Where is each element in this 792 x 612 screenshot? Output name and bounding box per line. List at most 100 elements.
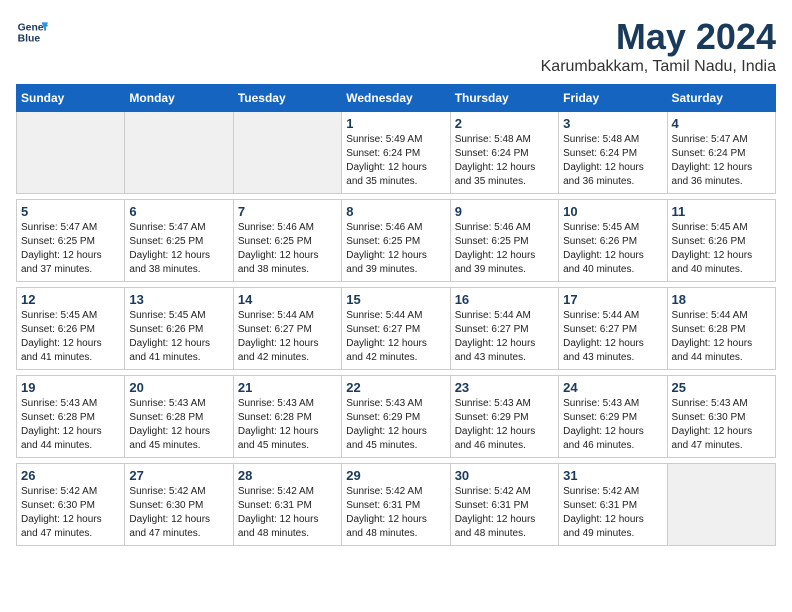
day-detail: Sunrise: 5:43 AM Sunset: 6:29 PM Dayligh… xyxy=(455,397,554,453)
day-number: 9 xyxy=(455,204,554,219)
table-row: 24 Sunrise: 5:43 AM Sunset: 6:29 PM Dayli… xyxy=(559,376,667,458)
day-detail: Sunrise: 5:42 AM Sunset: 6:31 PM Dayligh… xyxy=(238,485,337,541)
table-row: 15 Sunrise: 5:44 AM Sunset: 6:27 PM Dayli… xyxy=(342,288,450,370)
day-number: 2 xyxy=(455,116,554,131)
day-number: 28 xyxy=(238,468,337,483)
day-number: 18 xyxy=(672,292,771,307)
calendar-week-3: 12 Sunrise: 5:45 AM Sunset: 6:26 PM Dayli… xyxy=(17,288,776,370)
day-number: 14 xyxy=(238,292,337,307)
page-title: May 2024 xyxy=(541,16,776,58)
table-row: 16Sunrise: 5:44 AM Sunset: 6:27 PM Dayli… xyxy=(450,288,558,370)
day-detail: Sunrise: 5:47 AM Sunset: 6:25 PM Dayligh… xyxy=(129,221,228,277)
day-detail: Sunrise: 5:42 AM Sunset: 6:30 PM Dayligh… xyxy=(129,485,228,541)
day-number: 22 xyxy=(346,380,445,395)
table-row: 2 Sunrise: 5:48 AM Sunset: 6:24 PM Daylig… xyxy=(450,112,558,194)
col-friday: Friday xyxy=(559,85,667,112)
calendar-week-2: 5 Sunrise: 5:47 AM Sunset: 6:25 PM Daylig… xyxy=(17,200,776,282)
day-detail: Sunrise: 5:44 AM Sunset: 6:28 PM Dayligh… xyxy=(672,309,771,365)
table-row xyxy=(125,112,233,194)
table-row: 14Sunrise: 5:44 AM Sunset: 6:27 PM Dayli… xyxy=(233,288,341,370)
table-row: 28 Sunrise: 5:42 AM Sunset: 6:31 PM Dayli… xyxy=(233,464,341,546)
day-number: 17 xyxy=(563,292,662,307)
day-number: 13 xyxy=(129,292,228,307)
calendar-week-5: 26 Sunrise: 5:42 AM Sunset: 6:30 PM Dayli… xyxy=(17,464,776,546)
day-number: 11 xyxy=(672,204,771,219)
day-detail: Sunrise: 5:45 AM Sunset: 6:26 PM Dayligh… xyxy=(672,221,771,277)
day-number: 23 xyxy=(455,380,554,395)
table-row: 13 Sunrise: 5:45 AM Sunset: 6:26 PM Dayli… xyxy=(125,288,233,370)
day-detail: Sunrise: 5:45 AM Sunset: 6:26 PM Dayligh… xyxy=(21,309,120,365)
day-detail: Sunrise: 5:42 AM Sunset: 6:31 PM Dayligh… xyxy=(563,485,662,541)
calendar-header-row: Sunday Monday Tuesday Wednesday Thursday… xyxy=(17,85,776,112)
col-wednesday: Wednesday xyxy=(342,85,450,112)
day-detail: Sunrise: 5:43 AM Sunset: 6:29 PM Dayligh… xyxy=(563,397,662,453)
table-row: 21Sunrise: 5:43 AM Sunset: 6:28 PM Dayli… xyxy=(233,376,341,458)
day-number: 12 xyxy=(21,292,120,307)
table-row: 30 Sunrise: 5:42 AM Sunset: 6:31 PM Dayli… xyxy=(450,464,558,546)
table-row: 4 Sunrise: 5:47 AM Sunset: 6:24 PM Daylig… xyxy=(667,112,775,194)
table-row: 9 Sunrise: 5:46 AM Sunset: 6:25 PM Daylig… xyxy=(450,200,558,282)
col-tuesday: Tuesday xyxy=(233,85,341,112)
day-detail: Sunrise: 5:45 AM Sunset: 6:26 PM Dayligh… xyxy=(129,309,228,365)
day-number: 8 xyxy=(346,204,445,219)
day-number: 5 xyxy=(21,204,120,219)
col-sunday: Sunday xyxy=(17,85,125,112)
day-detail: Sunrise: 5:48 AM Sunset: 6:24 PM Dayligh… xyxy=(455,133,554,189)
calendar-table: Sunday Monday Tuesday Wednesday Thursday… xyxy=(16,84,776,546)
day-detail: Sunrise: 5:46 AM Sunset: 6:25 PM Dayligh… xyxy=(238,221,337,277)
table-row: 11 Sunrise: 5:45 AM Sunset: 6:26 PM Dayli… xyxy=(667,200,775,282)
day-number: 30 xyxy=(455,468,554,483)
svg-text:Blue: Blue xyxy=(18,34,41,45)
page-subtitle: Karumbakkam, Tamil Nadu, India xyxy=(541,58,776,76)
table-row xyxy=(17,112,125,194)
table-row: 3Sunrise: 5:48 AM Sunset: 6:24 PM Daylig… xyxy=(559,112,667,194)
day-number: 20 xyxy=(129,380,228,395)
day-detail: Sunrise: 5:46 AM Sunset: 6:25 PM Dayligh… xyxy=(455,221,554,277)
day-detail: Sunrise: 5:44 AM Sunset: 6:27 PM Dayligh… xyxy=(455,309,554,365)
logo-icon: General Blue xyxy=(16,16,48,48)
day-number: 3 xyxy=(563,116,662,131)
day-detail: Sunrise: 5:49 AM Sunset: 6:24 PM Dayligh… xyxy=(346,133,445,189)
day-detail: Sunrise: 5:42 AM Sunset: 6:31 PM Dayligh… xyxy=(346,485,445,541)
table-row: 18 Sunrise: 5:44 AM Sunset: 6:28 PM Dayli… xyxy=(667,288,775,370)
day-detail: Sunrise: 5:44 AM Sunset: 6:27 PM Dayligh… xyxy=(563,309,662,365)
table-row: 29 Sunrise: 5:42 AM Sunset: 6:31 PM Dayli… xyxy=(342,464,450,546)
calendar-week-4: 19 Sunrise: 5:43 AM Sunset: 6:28 PM Dayli… xyxy=(17,376,776,458)
day-detail: Sunrise: 5:46 AM Sunset: 6:25 PM Dayligh… xyxy=(346,221,445,277)
day-detail: Sunrise: 5:42 AM Sunset: 6:30 PM Dayligh… xyxy=(21,485,120,541)
page-header: General Blue May 2024 Karumbakkam, Tamil… xyxy=(16,16,776,76)
table-row: 7Sunrise: 5:46 AM Sunset: 6:25 PM Daylig… xyxy=(233,200,341,282)
day-number: 26 xyxy=(21,468,120,483)
day-detail: Sunrise: 5:43 AM Sunset: 6:28 PM Dayligh… xyxy=(21,397,120,453)
day-detail: Sunrise: 5:47 AM Sunset: 6:24 PM Dayligh… xyxy=(672,133,771,189)
day-number: 10 xyxy=(563,204,662,219)
col-saturday: Saturday xyxy=(667,85,775,112)
table-row: 27Sunrise: 5:42 AM Sunset: 6:30 PM Dayli… xyxy=(125,464,233,546)
table-row: 26 Sunrise: 5:42 AM Sunset: 6:30 PM Dayli… xyxy=(17,464,125,546)
day-detail: Sunrise: 5:45 AM Sunset: 6:26 PM Dayligh… xyxy=(563,221,662,277)
day-number: 19 xyxy=(21,380,120,395)
day-number: 4 xyxy=(672,116,771,131)
day-detail: Sunrise: 5:43 AM Sunset: 6:30 PM Dayligh… xyxy=(672,397,771,453)
day-detail: Sunrise: 5:42 AM Sunset: 6:31 PM Dayligh… xyxy=(455,485,554,541)
day-number: 29 xyxy=(346,468,445,483)
table-row: 22Sunrise: 5:43 AM Sunset: 6:29 PM Dayli… xyxy=(342,376,450,458)
table-row: 6 Sunrise: 5:47 AM Sunset: 6:25 PM Daylig… xyxy=(125,200,233,282)
day-detail: Sunrise: 5:44 AM Sunset: 6:27 PM Dayligh… xyxy=(346,309,445,365)
table-row xyxy=(233,112,341,194)
table-row: 19 Sunrise: 5:43 AM Sunset: 6:28 PM Dayli… xyxy=(17,376,125,458)
day-number: 25 xyxy=(672,380,771,395)
col-monday: Monday xyxy=(125,85,233,112)
table-row: 20 Sunrise: 5:43 AM Sunset: 6:28 PM Dayli… xyxy=(125,376,233,458)
table-row: 12 Sunrise: 5:45 AM Sunset: 6:26 PM Dayli… xyxy=(17,288,125,370)
table-row: 8 Sunrise: 5:46 AM Sunset: 6:25 PM Daylig… xyxy=(342,200,450,282)
table-row: 31Sunrise: 5:42 AM Sunset: 6:31 PM Dayli… xyxy=(559,464,667,546)
calendar-week-1: 1 Sunrise: 5:49 AM Sunset: 6:24 PM Daylig… xyxy=(17,112,776,194)
day-number: 15 xyxy=(346,292,445,307)
logo: General Blue xyxy=(16,16,48,48)
day-number: 21 xyxy=(238,380,337,395)
day-detail: Sunrise: 5:43 AM Sunset: 6:28 PM Dayligh… xyxy=(129,397,228,453)
day-number: 24 xyxy=(563,380,662,395)
day-number: 1 xyxy=(346,116,445,131)
day-number: 6 xyxy=(129,204,228,219)
